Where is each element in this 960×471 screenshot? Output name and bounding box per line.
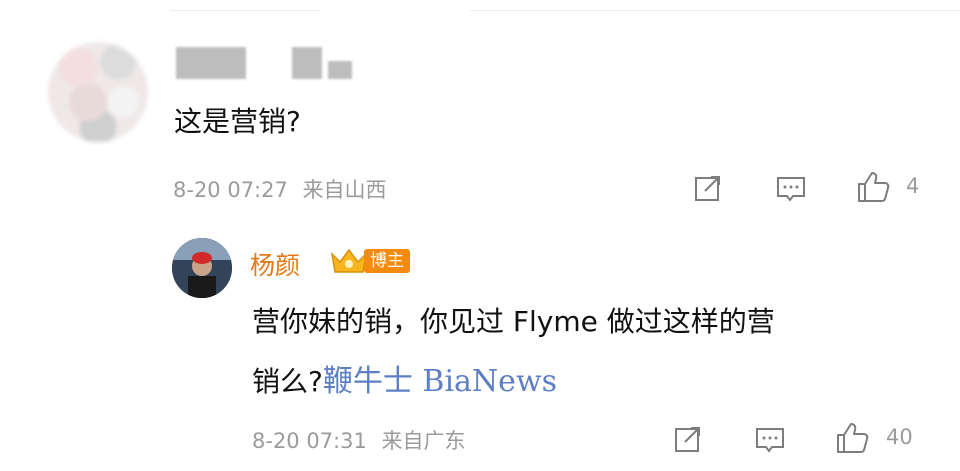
- like-icon[interactable]: [855, 170, 891, 204]
- top-divider-left: [170, 10, 320, 11]
- blogger-badge: 博主: [328, 246, 410, 276]
- badge-label: 博主: [364, 249, 410, 273]
- comment-icon[interactable]: [774, 172, 808, 204]
- reply-author-avatar[interactable]: [172, 238, 232, 298]
- comment-text: 这是营销?: [174, 105, 301, 138]
- commenter-avatar[interactable]: [48, 42, 148, 142]
- share-icon[interactable]: [692, 172, 724, 204]
- share-icon[interactable]: [672, 423, 704, 455]
- reply-text-line-1: 营你妹的销，你见过 Flyme 做过这样的营: [252, 305, 775, 338]
- watermark: 鞭牛士 BiaNews: [322, 364, 558, 399]
- reply-location: 来自广东: [381, 429, 466, 453]
- comment-like-count: 4: [906, 174, 920, 198]
- like-icon[interactable]: [834, 421, 870, 455]
- comment-icon[interactable]: [753, 423, 787, 455]
- reply-author-name[interactable]: 杨颜: [250, 246, 300, 282]
- reply-text-line-2: 销么?鞭牛士 BiaNews: [252, 356, 557, 400]
- comment-meta: 8-20 07:27 来自山西: [173, 174, 387, 204]
- reply-time: 8-20 07:31: [252, 429, 367, 453]
- reply-meta: 8-20 07:31 来自广东: [252, 425, 466, 455]
- reply-text-line-2-text: 销么?: [252, 365, 323, 398]
- comment-location: 来自山西: [302, 178, 387, 202]
- top-divider-right: [470, 10, 960, 11]
- reply-like-count: 40: [886, 425, 913, 449]
- comment-time: 8-20 07:27: [173, 178, 288, 202]
- commenter-name-blurred[interactable]: [176, 47, 352, 79]
